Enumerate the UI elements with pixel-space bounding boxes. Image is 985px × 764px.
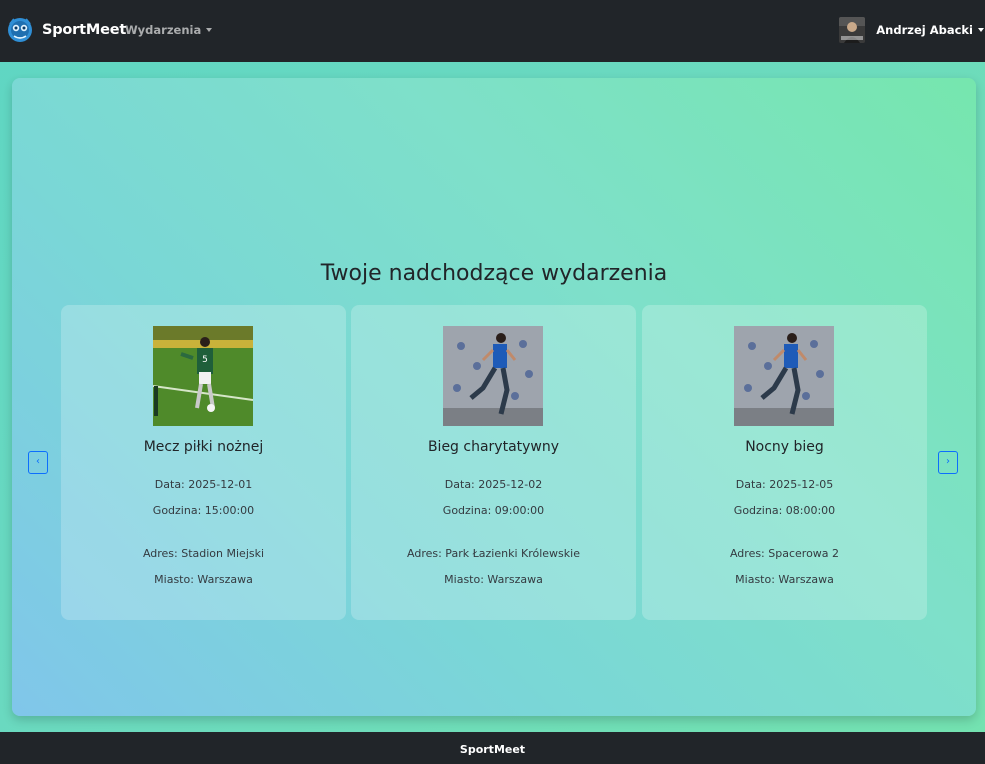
event-address: Adres: Spacerowa 2 [729,547,840,560]
user-dropdown[interactable]: Andrzej Abacki [839,17,984,43]
caret-down-icon [206,28,213,32]
event-date: Data: 2025-12-02 [444,478,543,491]
event-card[interactable]: Nocny bieg Data: 2025-12-05 Godzina: 08:… [642,305,927,620]
footer-text: SportMeet [459,743,526,756]
event-card[interactable]: Bieg charytatywny Data: 2025-12-02 Godzi… [351,305,636,620]
event-image-runner [734,326,834,426]
event-title: Bieg charytatywny [427,439,560,455]
nav-dropdown-wydarzenia[interactable]: Wydarzenia [125,23,213,37]
carousel-prev-button[interactable]: ‹ [28,451,48,474]
event-time: Godzina: 15:00:00 [152,504,255,517]
event-date: Data: 2025-12-05 [735,478,834,491]
event-title: Nocny bieg [745,439,824,455]
svg-text:5: 5 [202,355,208,365]
carousel-next-button[interactable]: › [938,451,958,474]
event-image-football: 5 [153,326,253,426]
chevron-left-icon: ‹ [36,456,40,467]
user-name: Andrzej Abacki [876,23,973,37]
event-city: Miasto: Warszawa [735,573,834,586]
avatar [839,17,866,43]
brand-logo-icon [7,16,33,44]
event-card[interactable]: 5 Mecz piłki nożnej Data: 2025-12-01 God… [61,305,346,620]
brand-link[interactable]: SportMeet [7,16,126,44]
footer: SportMeet [0,732,985,764]
event-city: Miasto: Warszawa [154,573,253,586]
caret-down-icon [978,28,984,32]
page-title: Twoje nadchodzące wydarzenia [320,261,668,286]
event-title: Mecz piłki nożnej [143,439,264,455]
navbar: SportMeet Wydarzenia Andrzej Abacki [0,0,985,62]
event-time: Godzina: 09:00:00 [442,504,545,517]
nav-dropdown-label: Wydarzenia [125,23,202,37]
chevron-right-icon: › [946,456,950,467]
event-city: Miasto: Warszawa [444,573,543,586]
events-panel: Twoje nadchodzące wydarzenia ‹ 5 Mecz pi… [12,78,976,716]
event-address: Adres: Park Łazienki Królewskie [407,547,580,560]
brand-name: SportMeet [42,22,127,38]
event-date: Data: 2025-12-01 [154,478,253,491]
event-image-runner [443,326,543,426]
event-time: Godzina: 08:00:00 [733,504,836,517]
event-address: Adres: Stadion Miejski [142,547,265,560]
